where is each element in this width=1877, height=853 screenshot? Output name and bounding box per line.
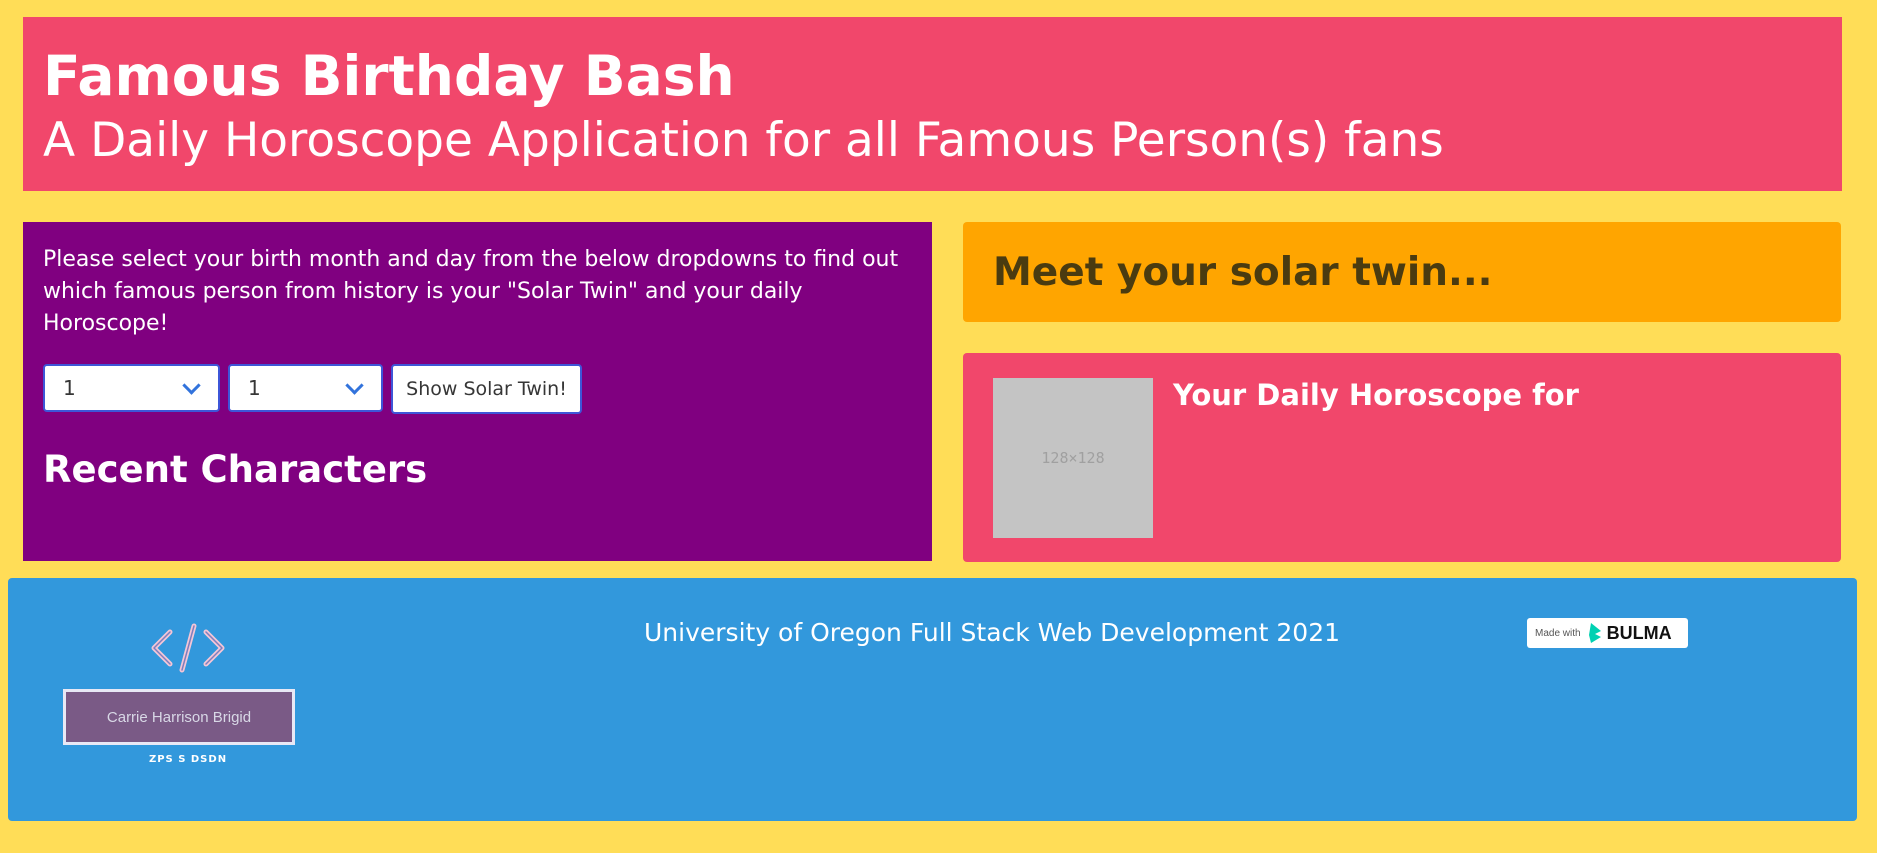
placeholder-image: 128×128 [993, 378, 1153, 538]
day-select[interactable]: 1 [228, 363, 383, 412]
birthday-controls: 1 1 Show Solar Twin! [43, 363, 912, 414]
recent-characters-heading: Recent Characters [43, 447, 428, 491]
page-footer: Carrie Harrison Brigid ZPS S DSDN Univer… [8, 578, 1857, 821]
day-select-value: 1 [248, 375, 261, 400]
logo-tagline: ZPS S DSDN [148, 754, 228, 765]
solar-twin-panel: Meet your solar twin... [963, 222, 1841, 322]
hero-banner: Famous Birthday Bash A Daily Horoscope A… [23, 17, 1842, 191]
footer-credit: University of Oregon Full Stack Web Deve… [644, 618, 1341, 647]
intro-text: Please select your birth month and day f… [43, 247, 899, 336]
month-select[interactable]: 1 [43, 363, 220, 412]
chevron-down-icon [182, 375, 201, 395]
bulma-logo-icon [1588, 623, 1601, 643]
app-title: Famous Birthday Bash [43, 44, 735, 108]
developer-name: Carrie Harrison Brigid [106, 708, 252, 726]
badge-made-with: Made with [1535, 627, 1581, 639]
horoscope-panel: 128×128 Your Daily Horoscope for [963, 353, 1841, 562]
show-solar-twin-button[interactable]: Show Solar Twin! [391, 363, 582, 414]
search-panel: Please select your birth month and day f… [23, 222, 932, 561]
solar-twin-title: Meet your solar twin... [993, 249, 1493, 295]
chevron-down-icon [345, 375, 364, 395]
app-subtitle: A Daily Horoscope Application for all Fa… [43, 113, 1444, 168]
code-brackets-icon [151, 623, 225, 673]
placeholder-label: 128×128 [1041, 449, 1105, 467]
made-with-bulma-badge[interactable]: Made with BULMA [1527, 618, 1688, 648]
developer-name-tag: Carrie Harrison Brigid [63, 689, 295, 745]
horoscope-title: Your Daily Horoscope for [1173, 378, 1579, 412]
badge-brand: BULMA [1606, 622, 1672, 643]
month-select-value: 1 [63, 375, 76, 400]
